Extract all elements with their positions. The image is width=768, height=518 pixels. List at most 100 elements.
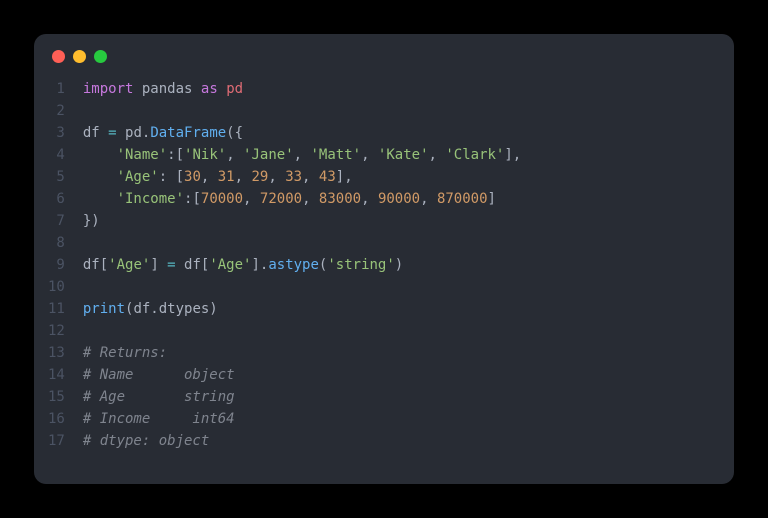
object: pd [125, 125, 142, 141]
line-number: 14 [48, 364, 65, 386]
module-alias: pd [226, 81, 243, 97]
comma: , [201, 169, 218, 185]
code-line: }) [83, 210, 521, 232]
code-line: df['Age'] = df['Age'].astype('string') [83, 254, 521, 276]
argument: (df.dtypes) [125, 301, 218, 317]
minimize-icon[interactable] [73, 50, 86, 63]
number-literal: 33 [285, 169, 302, 185]
operator: = [100, 125, 125, 141]
string-literal: 'Clark' [445, 147, 504, 163]
comma: , [226, 147, 243, 163]
comma: , [294, 147, 311, 163]
line-number: 1 [48, 78, 65, 100]
code-window: 1234567891011121314151617 import pandas … [34, 34, 734, 484]
line-number: 17 [48, 430, 65, 452]
variable: df [83, 125, 100, 141]
keyword-as: as [201, 81, 218, 97]
bracket: ({ [226, 125, 243, 141]
function-call: print [83, 301, 125, 317]
bracket: ]. [251, 257, 268, 273]
line-number: 10 [48, 276, 65, 298]
code-content: import pandas as pd df = pd.DataFrame({ … [83, 78, 521, 452]
indent [83, 169, 117, 185]
comment-line: # Age string [83, 386, 521, 408]
string-literal: 'Age' [108, 257, 150, 273]
code-line: import pandas as pd [83, 78, 521, 100]
comma: , [302, 169, 319, 185]
variable: df[ [83, 257, 108, 273]
line-number: 11 [48, 298, 65, 320]
indent [83, 147, 117, 163]
line-number: 16 [48, 408, 65, 430]
bracket: ], [504, 147, 521, 163]
window-titlebar [34, 34, 734, 78]
bracket: [ [176, 169, 184, 185]
maximize-icon[interactable] [94, 50, 107, 63]
line-number: 12 [48, 320, 65, 342]
comment-line: # Income int64 [83, 408, 521, 430]
bracket: ], [336, 169, 353, 185]
line-number: 15 [48, 386, 65, 408]
code-line: print(df.dtypes) [83, 298, 521, 320]
close-icon[interactable] [52, 50, 65, 63]
number-literal: 29 [251, 169, 268, 185]
number-literal: 83000 [319, 191, 361, 207]
code-line: 'Name':['Nik', 'Jane', 'Matt', 'Kate', '… [83, 144, 521, 166]
line-number: 4 [48, 144, 65, 166]
colon: : [159, 169, 176, 185]
module-name: pandas [142, 81, 193, 97]
line-number: 7 [48, 210, 65, 232]
line-number: 2 [48, 100, 65, 122]
bracket: ] [150, 257, 167, 273]
code-line [83, 100, 521, 122]
keyword-import: import [83, 81, 134, 97]
comment-line: # Name object [83, 364, 521, 386]
dict-key: 'Age' [117, 169, 159, 185]
code-line: 'Age': [30, 31, 29, 33, 43], [83, 166, 521, 188]
comment-line: # Returns: [83, 342, 521, 364]
bracket: [ [192, 191, 200, 207]
code-editor: 1234567891011121314151617 import pandas … [34, 78, 734, 466]
string-literal: 'Kate' [378, 147, 429, 163]
string-literal: 'Age' [209, 257, 251, 273]
variable: df[ [176, 257, 210, 273]
number-literal: 31 [218, 169, 235, 185]
comma: , [429, 147, 446, 163]
dict-key: 'Name' [117, 147, 168, 163]
dict-key: 'Income' [117, 191, 184, 207]
comment-line: # dtype: object [83, 430, 521, 452]
number-literal: 30 [184, 169, 201, 185]
line-number: 13 [48, 342, 65, 364]
operator: = [167, 257, 175, 273]
code-line: 'Income':[70000, 72000, 83000, 90000, 87… [83, 188, 521, 210]
code-line: df = pd.DataFrame({ [83, 122, 521, 144]
comma: , [268, 169, 285, 185]
string-literal: 'Matt' [310, 147, 361, 163]
method-call: astype [268, 257, 319, 273]
line-number: 8 [48, 232, 65, 254]
number-literal: 90000 [378, 191, 420, 207]
number-literal: 72000 [260, 191, 302, 207]
bracket: }) [83, 213, 100, 229]
string-literal: 'Jane' [243, 147, 294, 163]
number-literal: 43 [319, 169, 336, 185]
comma: , [243, 191, 260, 207]
comma: , [235, 169, 252, 185]
line-number: 3 [48, 122, 65, 144]
comma: , [420, 191, 437, 207]
line-number: 5 [48, 166, 65, 188]
paren: ) [395, 257, 403, 273]
code-line [83, 276, 521, 298]
line-number: 6 [48, 188, 65, 210]
number-literal: 70000 [201, 191, 243, 207]
code-line [83, 320, 521, 342]
code-line [83, 232, 521, 254]
comma: , [302, 191, 319, 207]
bracket: ] [488, 191, 496, 207]
function-call: DataFrame [150, 125, 226, 141]
colon: : [167, 147, 175, 163]
line-number-gutter: 1234567891011121314151617 [48, 78, 83, 452]
indent [83, 191, 117, 207]
number-literal: 870000 [437, 191, 488, 207]
string-literal: 'string' [327, 257, 394, 273]
